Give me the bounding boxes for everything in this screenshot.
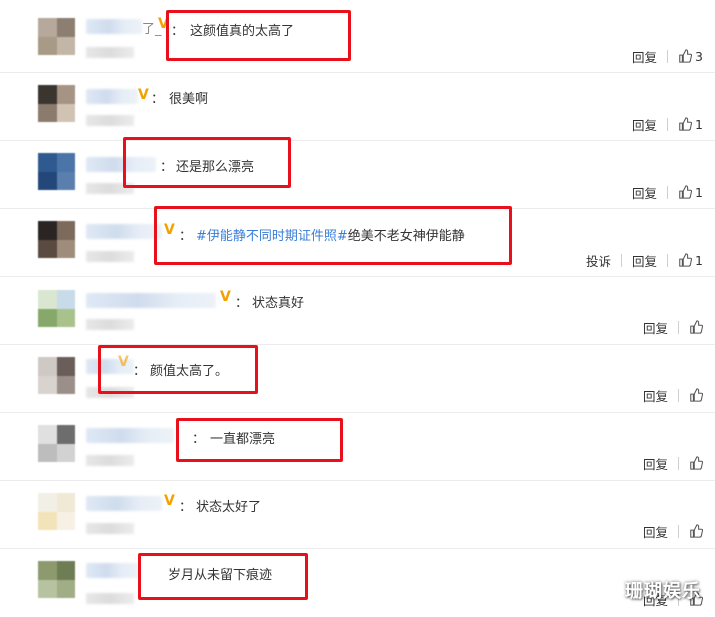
verified-v-icon: V [138,87,149,103]
reply-button[interactable]: 回复 [643,318,668,337]
thumbs-up-icon [679,185,693,199]
like-count: 1 [695,116,703,132]
highlight-box [166,10,351,61]
comment-time-blurred [86,251,134,262]
verified-v-icon: V [220,289,231,305]
thumbs-up-icon [679,49,693,63]
verified-v-icon: V [164,493,175,509]
colon: ： [151,92,165,107]
comment-text: 状态太好了 [196,500,262,515]
like-button[interactable] [689,524,703,538]
reply-button[interactable]: 回复 [643,454,668,473]
comment-actions: 回复 [643,454,703,472]
divider [621,253,623,267]
report-button[interactable]: 投诉 [586,251,611,270]
like-count: 1 [695,252,703,268]
comment-item: V [0,73,715,141]
like-button[interactable] [689,388,703,402]
comment-item [0,141,715,209]
highlight-box [176,418,343,462]
comment-time-blurred [86,593,134,604]
avatar[interactable] [38,425,75,462]
highlight-box [123,137,291,188]
colon: ： [179,500,193,515]
avatar[interactable] [38,290,75,327]
commenter-name-blurred[interactable] [86,496,162,511]
comment-actions: 回复 [643,318,703,336]
thumbs-up-icon [679,253,693,267]
divider [667,253,669,267]
commenter-name-blurred[interactable] [86,293,216,308]
thumbs-up-icon [690,388,703,402]
comment-time-blurred [86,523,134,534]
reply-button[interactable]: 回复 [632,47,657,66]
commenter-name-blurred[interactable] [86,563,138,578]
divider [678,456,679,470]
like-count: 1 [695,184,703,200]
highlight-box [138,553,308,600]
thumbs-up-icon [679,117,693,131]
commenter-name-blurred[interactable] [86,428,174,443]
comment-item [0,413,715,481]
thumbs-up-icon [690,456,703,470]
divider [667,185,669,199]
like-button[interactable]: 1 [678,253,703,268]
avatar[interactable] [38,561,75,598]
thumbs-up-icon [690,524,703,538]
comment-time-blurred [86,115,134,126]
avatar[interactable] [38,357,75,394]
comment-actions: 回复 [643,386,703,404]
comment-actions: 回复 1 [632,183,703,201]
comment-time-blurred [86,455,134,466]
comment-item [0,481,715,549]
like-count: 3 [695,48,703,64]
comment-text: 很美啊 [169,92,209,107]
comment-actions: 回复 [643,522,703,540]
avatar[interactable] [38,85,75,122]
commenter-name-blurred[interactable] [86,89,138,104]
like-button[interactable]: 1 [678,185,703,200]
comment-actions: 投诉 回复 1 [586,251,703,269]
highlight-box [98,345,258,394]
watermark-logo: 珊瑚娱乐 [625,581,701,602]
divider [678,388,679,402]
avatar[interactable] [38,493,75,530]
comment-actions: 回复 1 [632,115,703,133]
like-button[interactable]: 1 [678,117,703,132]
reply-button[interactable]: 回复 [632,251,657,270]
divider [678,524,679,538]
comment-item [0,277,715,345]
colon: ： [235,296,249,311]
avatar[interactable] [38,221,75,258]
comment-time-blurred [86,319,134,330]
commenter-name-blurred[interactable] [86,224,162,239]
like-button[interactable]: 3 [678,49,703,64]
divider [678,320,679,334]
divider [667,49,669,63]
comment-time-blurred [86,47,134,58]
avatar[interactable] [38,18,75,55]
reply-button[interactable]: 回复 [643,386,668,405]
reply-button[interactable]: 回复 [632,115,657,134]
thumbs-up-icon [690,320,703,334]
like-button[interactable] [689,320,703,334]
comment-item [0,549,715,617]
like-button[interactable] [689,456,703,470]
avatar[interactable] [38,153,75,190]
reply-button[interactable]: 回复 [632,183,657,202]
comment-text: 状态真好 [252,296,305,311]
comment-actions: 回复 3 [632,47,703,65]
highlight-box [154,206,512,265]
comment-item: 了_ V [0,5,715,73]
commenter-name-blurred[interactable] [86,19,142,34]
reply-button[interactable]: 回复 [643,522,668,541]
divider [667,117,669,131]
comment-list: 了_ V V ： 这颜值真的太高了 ： 很美啊 ： 还是那么漂亮 V ： #伊能… [0,0,715,613]
